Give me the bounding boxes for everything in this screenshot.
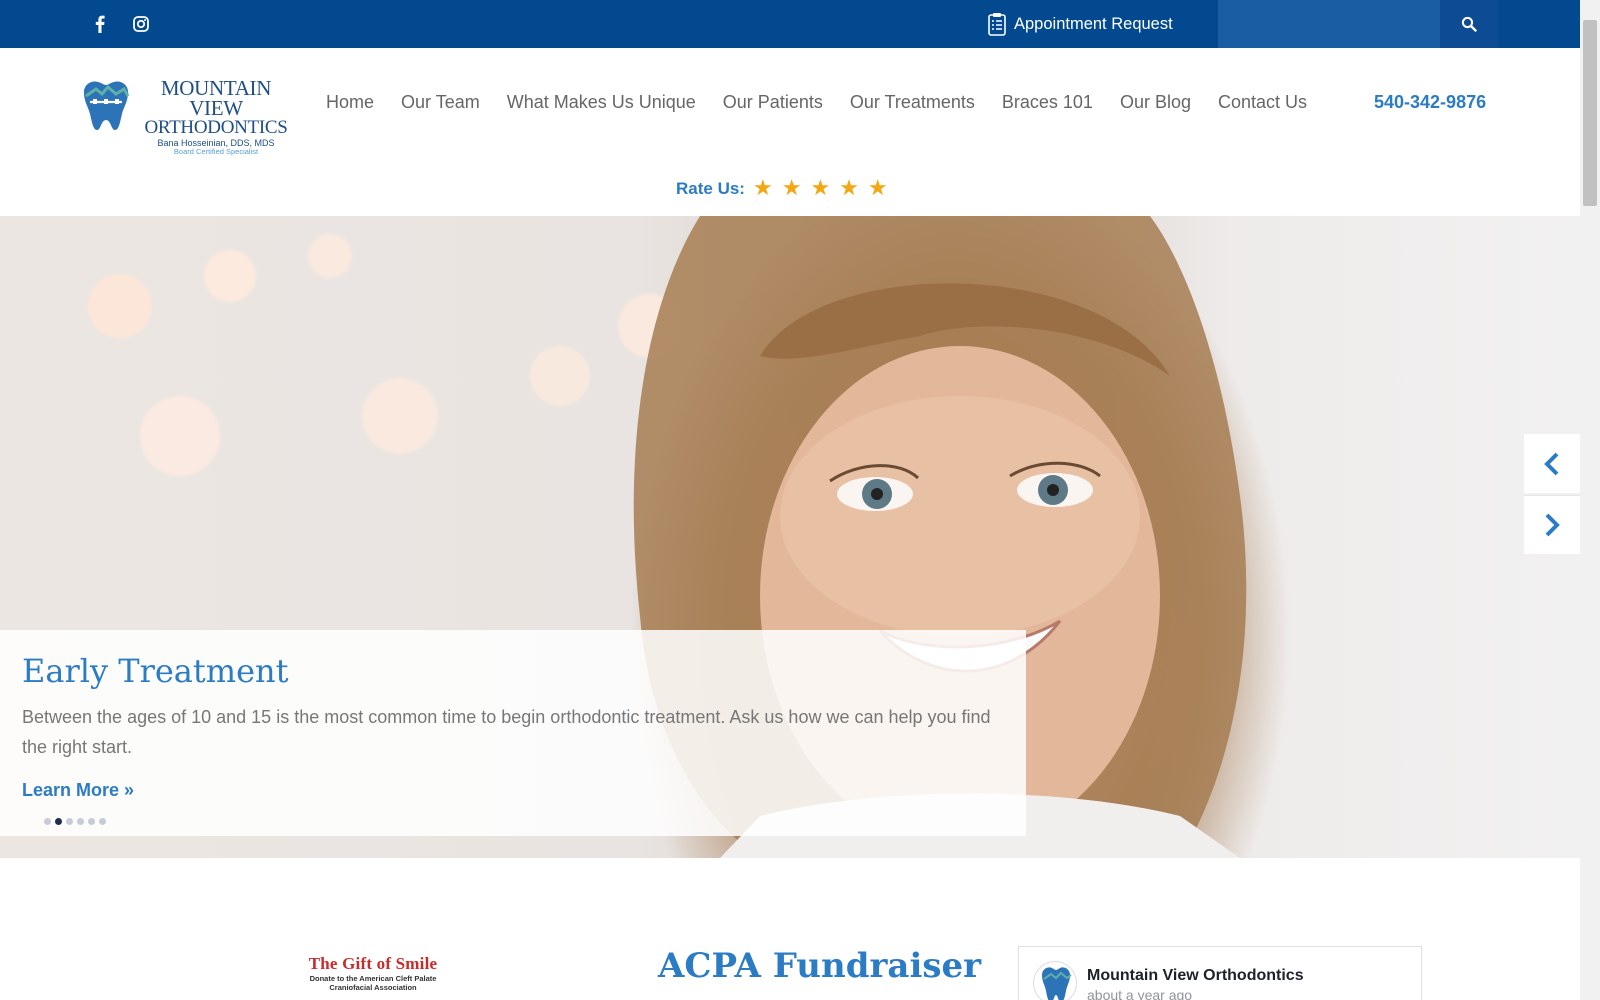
- logo-title-line2: ORTHODONTICS: [144, 117, 288, 138]
- nav-what-makes-us-unique[interactable]: What Makes Us Unique: [507, 92, 696, 118]
- scrollbar-thumb[interactable]: [1583, 20, 1597, 206]
- slider-next-button[interactable]: [1524, 495, 1580, 554]
- slider-dot[interactable]: [77, 818, 84, 825]
- search-icon: [1461, 16, 1477, 32]
- fb-post-time: about a year ago: [1087, 987, 1193, 1000]
- logo-title-line1: MOUNTAIN VIEW: [160, 76, 272, 120]
- instagram-icon[interactable]: [128, 0, 154, 48]
- tooth-logo-icon: [1042, 967, 1072, 1000]
- slider-dots: [44, 818, 106, 825]
- top-bar: Appointment Request: [0, 0, 1580, 48]
- nav-braces-101[interactable]: Braces 101: [1002, 92, 1093, 118]
- slider-dot[interactable]: [88, 818, 95, 825]
- nav-contact-us[interactable]: Contact Us: [1218, 92, 1307, 118]
- clipboard-icon: [988, 13, 1006, 36]
- nav-our-team[interactable]: Our Team: [401, 92, 480, 118]
- gift-sub-line2: Craniofacial Association: [329, 983, 417, 992]
- fb-page-name[interactable]: Mountain View Orthodontics: [1087, 967, 1304, 985]
- slide-title: Early Treatment: [22, 652, 289, 690]
- gift-of-smile-image[interactable]: The Gift of Smile Donate to the American…: [300, 954, 446, 992]
- gift-title: The Gift of Smile: [308, 954, 438, 973]
- star-icon[interactable]: ★: [868, 178, 888, 200]
- slider-dot[interactable]: [99, 818, 106, 825]
- search-input[interactable]: [1218, 0, 1440, 48]
- nav-our-blog[interactable]: Our Blog: [1120, 92, 1191, 118]
- slider-dot[interactable]: [66, 818, 73, 825]
- star-icon[interactable]: ★: [839, 178, 859, 200]
- nav-home[interactable]: Home: [326, 92, 374, 118]
- avatar[interactable]: [1033, 961, 1077, 1000]
- site-logo[interactable]: MOUNTAIN VIEW ORTHODONTICS Bana Hosseini…: [78, 76, 296, 156]
- facebook-feed-widget: Mountain View Orthodontics about a year …: [1018, 946, 1422, 1000]
- slider-prev-button[interactable]: [1524, 434, 1580, 493]
- page-scrollbar[interactable]: [1580, 0, 1600, 1000]
- main-nav: Home Our Team What Makes Us Unique Our P…: [326, 92, 1334, 118]
- learn-more-link[interactable]: Learn More »: [22, 780, 134, 801]
- slider-dot-active[interactable]: [55, 818, 62, 825]
- logo-text: MOUNTAIN VIEW ORTHODONTICS Bana Hosseini…: [136, 78, 296, 156]
- facebook-icon[interactable]: [88, 0, 112, 48]
- rate-us-label: Rate Us:: [676, 179, 745, 198]
- section-heading: ACPA Fundraiser: [658, 946, 982, 986]
- rate-us: Rate Us: ★ ★ ★ ★ ★: [676, 176, 897, 202]
- chevron-right-icon: [1545, 513, 1560, 537]
- star-icon[interactable]: ★: [810, 178, 830, 200]
- search-button[interactable]: [1440, 0, 1498, 48]
- appointment-request-link[interactable]: Appointment Request: [988, 0, 1173, 48]
- chevron-left-icon: [1544, 452, 1559, 475]
- phone-link[interactable]: 540-342-9876: [1374, 92, 1486, 113]
- logo-specialist: Board Certified Specialist: [173, 147, 259, 156]
- slide-caption: Early Treatment Between the ages of 10 a…: [0, 630, 1026, 836]
- star-icon[interactable]: ★: [753, 178, 773, 200]
- slider-dot[interactable]: [44, 818, 51, 825]
- appointment-request-label: Appointment Request: [1014, 14, 1173, 33]
- nav-our-patients[interactable]: Our Patients: [723, 92, 823, 118]
- nav-our-treatments[interactable]: Our Treatments: [850, 92, 975, 118]
- star-icon[interactable]: ★: [782, 178, 802, 200]
- slide-text: Between the ages of 10 and 15 is the mos…: [22, 707, 991, 757]
- gift-sub-line1: Donate to the American Cleft Palate: [309, 974, 437, 983]
- tooth-logo-icon: [84, 81, 130, 130]
